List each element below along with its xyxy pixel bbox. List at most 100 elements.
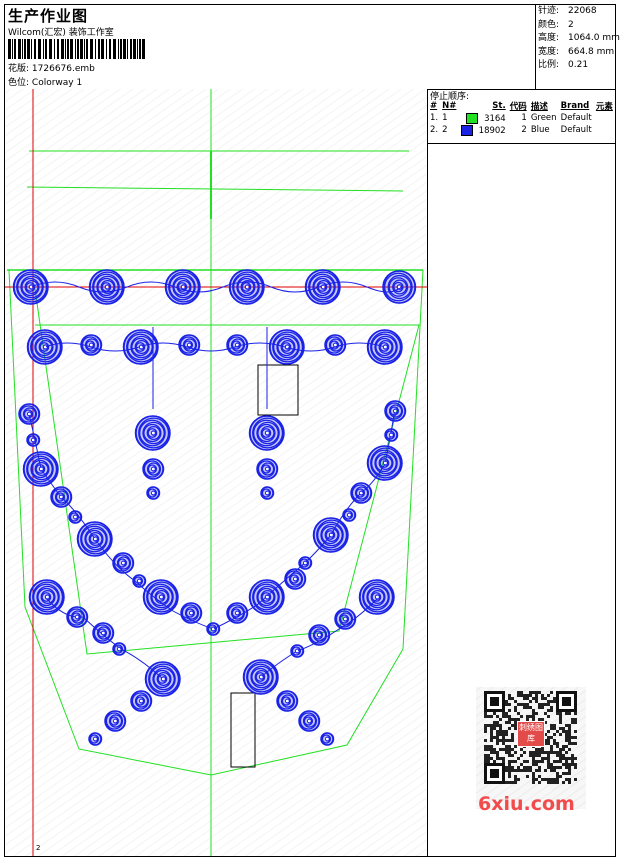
appliqué-frame-box: [257, 364, 299, 416]
stitch-motif: [88, 269, 125, 305]
stitch-motif: [308, 624, 331, 646]
barcode-bar: [12, 39, 13, 59]
stop-marker-label: 2: [36, 844, 41, 852]
design-file-line: 花版: 1726676.emb: [8, 61, 95, 74]
stitch-motif: [180, 602, 203, 624]
colorway-value: Colorway 1: [31, 78, 83, 88]
design-file-label: 花版:: [8, 64, 30, 74]
stitch-motif: [384, 400, 407, 422]
embroidery-design: [5, 89, 427, 856]
stitch-motif: [104, 710, 127, 732]
barcode-bar: [38, 39, 41, 59]
barcode-bar: [22, 39, 23, 59]
col-element: 元素: [595, 102, 613, 112]
stitch-motif: [260, 486, 275, 500]
color-swatch-blue: [460, 124, 473, 136]
barcode-bar: [133, 39, 136, 59]
stitch-motif: [298, 710, 321, 732]
stitch-motif: [146, 486, 161, 500]
col-needle: N#: [442, 101, 457, 111]
stitch-motif: [66, 606, 89, 628]
stitch-motif: [92, 622, 115, 644]
stitch-motif: [22, 451, 59, 487]
stitch-motif: [12, 269, 49, 305]
stitch-motif: [248, 415, 285, 451]
barcode-bar: [86, 39, 88, 59]
barcode-bar: [31, 39, 32, 59]
designer-name: Wilcom(汇宏) 装饰工作室: [8, 28, 114, 38]
stat-stitches: 针迹: 22068: [538, 6, 597, 16]
barcode-bar: [95, 39, 96, 59]
stitch-motif: [342, 508, 357, 522]
stitch-motif: [304, 269, 341, 305]
col-stitches: St.: [492, 101, 506, 111]
barcode-bar: [54, 39, 55, 59]
stitch-motif: [26, 433, 41, 447]
barcode-bar: [18, 39, 21, 59]
barcode-bar: [8, 39, 11, 59]
barcode-bar: [130, 39, 132, 59]
col-brand: Brand: [560, 101, 590, 111]
stitch-motif: [350, 482, 373, 504]
barcode-bar: [34, 39, 36, 59]
stitch-motif: [142, 458, 165, 480]
barcode-bar: [70, 39, 73, 59]
stitch-motif: [134, 415, 171, 451]
stitch-motif: [112, 642, 127, 656]
running-stitch-path: [152, 327, 268, 409]
barcode-bar: [80, 39, 83, 59]
stitch-motif: [226, 334, 249, 356]
stitch-motif: [76, 521, 113, 557]
barcode-bar: [106, 39, 107, 59]
stitch-motif: [226, 602, 249, 624]
barcode-bar: [137, 39, 138, 59]
stitch-motif: [320, 732, 335, 746]
stitch-motif: [358, 579, 395, 615]
barcode: [8, 39, 145, 59]
barcode-bar: [67, 39, 69, 59]
stitch-motif: [382, 270, 417, 304]
stitch-motif: [206, 622, 221, 636]
embroidery-preview[interactable]: 2: [5, 89, 428, 856]
stitch-motif: [80, 334, 103, 356]
colorway-label: 色位:: [8, 78, 30, 88]
stop-table-header: # N# St. 代码 描述 Brand 元素: [428, 100, 615, 112]
barcode-bar: [49, 39, 52, 59]
stitch-motif: [268, 329, 305, 365]
barcode-bar: [113, 39, 116, 59]
stop-row[interactable]: 2. 2 18902 2 Blue Default: [428, 124, 615, 136]
stitch-motif: [28, 579, 65, 615]
stitch-motif: [142, 579, 179, 615]
stitch-motif: [366, 329, 403, 365]
top-guide-line: [26, 186, 404, 192]
stat-colors: 颜色: 2: [538, 19, 574, 30]
col-number: #: [430, 101, 438, 111]
production-worksheet: 生产作业图 Wilcom(汇宏) 装饰工作室 花版: 1726676.emb 色…: [4, 4, 620, 857]
stitch-motif: [88, 732, 103, 746]
barcode-bar: [109, 39, 111, 59]
stitch-motif: [112, 552, 135, 574]
stitch-motif: [248, 579, 285, 615]
stitch-motif: [228, 269, 265, 305]
barcode-bar: [45, 39, 47, 59]
qr-code-watermark: 刺绣图库: [476, 687, 586, 809]
stitch-motif: [366, 445, 403, 481]
stitch-motif: [284, 568, 307, 590]
stitch-motif: [276, 690, 299, 712]
stitch-motif: [384, 428, 399, 442]
col-code: 代码: [509, 102, 527, 112]
stitch-motif: [242, 659, 279, 695]
barcode-bar: [75, 39, 76, 59]
stitch-motif: [334, 608, 357, 630]
appliqué-frame-box: [230, 692, 256, 768]
stitch-motif: [18, 403, 41, 425]
barcode-bar: [120, 39, 122, 59]
stat-width: 宽度: 664.8 mm: [538, 46, 615, 57]
barcode-bar: [142, 39, 145, 59]
stitch-motif: [26, 329, 63, 365]
stop-row[interactable]: 1. 1 3164 1 Green Default: [428, 112, 615, 124]
stitch-motif: [324, 334, 347, 356]
stitch-motif: [256, 458, 279, 480]
col-description: 描述: [530, 102, 548, 112]
watermark-text: 6xiu.com: [478, 793, 575, 815]
